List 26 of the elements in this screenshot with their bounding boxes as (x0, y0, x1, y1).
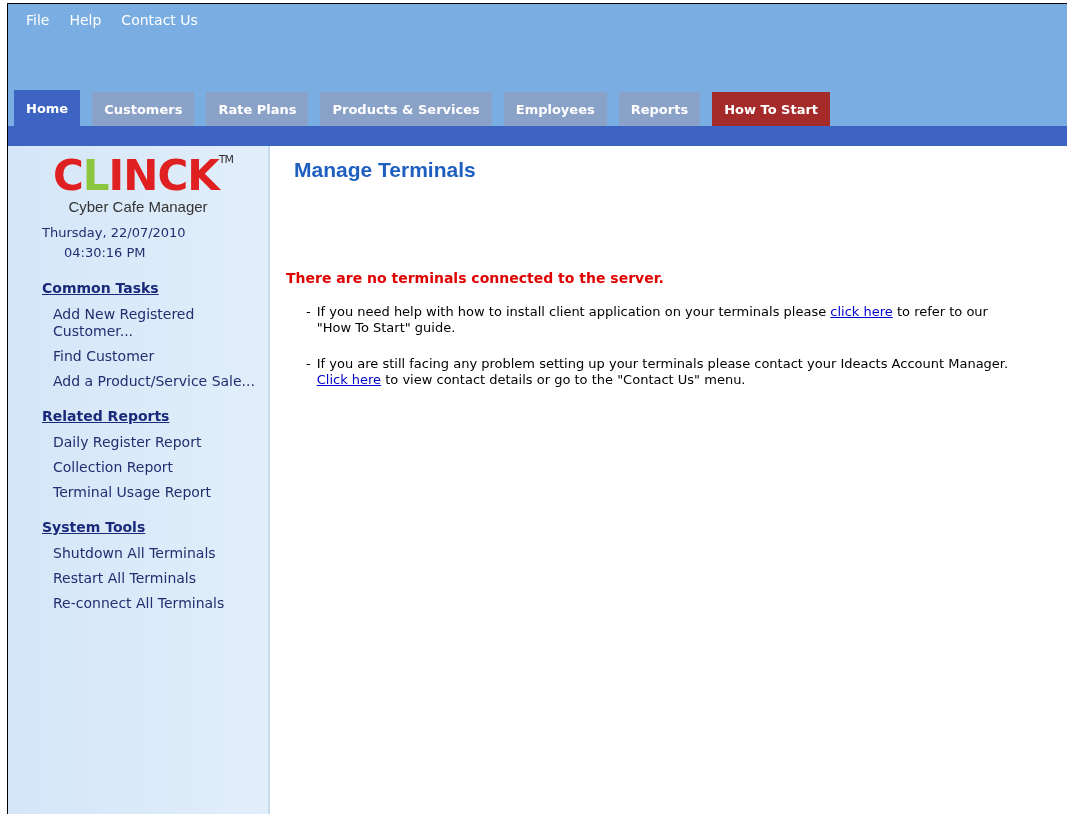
task-link[interactable]: Terminal Usage Report (42, 484, 258, 501)
task-link[interactable]: Re-connect All Terminals (42, 595, 258, 612)
time-text: 04:30:16 PM (63, 245, 147, 260)
nav-tab[interactable]: How To Start (712, 92, 831, 126)
task-link[interactable]: Shutdown All Terminals (42, 545, 258, 562)
section-heading-link[interactable]: Common Tasks (42, 280, 268, 296)
task-link[interactable]: Daily Register Report (42, 434, 258, 451)
help-paragraph: If you need help with how to install client application on your terminals please click here to refer to our "How To Start" guide. (316, 304, 989, 336)
dash-marker: - (306, 304, 311, 321)
task-link[interactable]: Collection Report (42, 459, 258, 476)
task-link[interactable]: Add a Product/Service Sale... (42, 373, 258, 390)
section-heading-link[interactable]: Related Reports (42, 408, 268, 424)
page-title: Manage Terminals (294, 158, 477, 182)
task-link[interactable]: Add New Registered Customer... (42, 306, 258, 340)
click-here-link[interactable]: click here (830, 304, 893, 319)
alert-message: There are no terminals connected to the server. (286, 270, 665, 286)
logo: CLINCK$^{TM}$ (53, 154, 233, 198)
task-link[interactable]: Find Customer (42, 348, 258, 365)
task-link[interactable]: Restart All Terminals (42, 570, 258, 587)
help-paragraph: If you are still facing any problem setting up your terminals please contact your Ideacts Account Manager. Click here to view contact details or go to the "Contact Us" menu. (316, 356, 1010, 388)
logo-subtitle: Cyber Cafe Manager (68, 198, 208, 215)
dash-marker: - (306, 356, 311, 373)
click-here-link[interactable]: Click here (316, 372, 382, 387)
section-heading-link[interactable]: System Tools (42, 519, 268, 535)
date-text: Thursday, 22/07/2010 (41, 225, 187, 240)
nav-tab[interactable]: Home (14, 90, 81, 126)
